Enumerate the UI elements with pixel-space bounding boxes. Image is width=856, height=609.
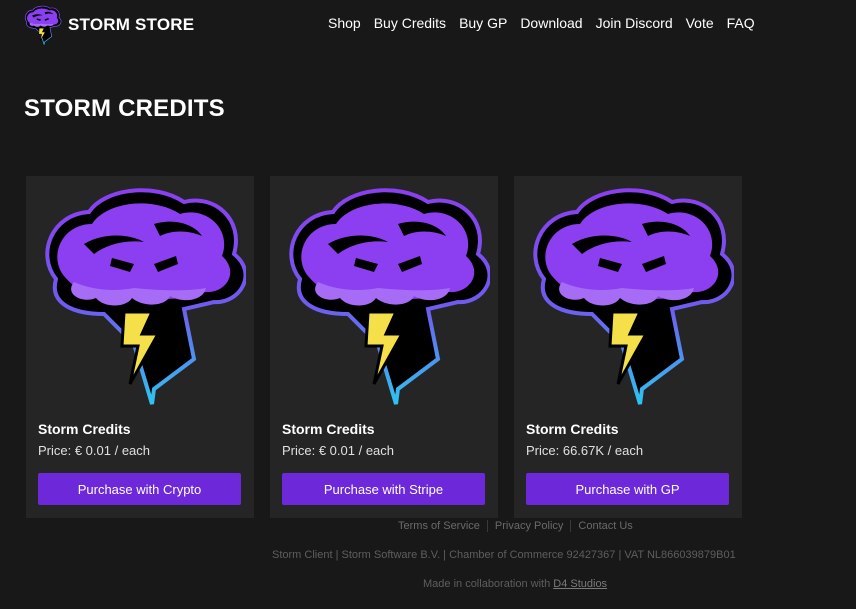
product-price: Price: € 0.01 / each bbox=[282, 443, 395, 458]
product-title: Storm Credits bbox=[38, 421, 131, 437]
contact-us-link[interactable]: Contact Us bbox=[578, 520, 632, 532]
main-nav: Shop Buy Credits Buy GP Download Join Di… bbox=[328, 15, 768, 31]
product-card-crypto: Storm Credits Price: € 0.01 / each Purch… bbox=[26, 176, 254, 518]
footer-divider bbox=[486, 520, 488, 532]
company-info: Storm Client | Storm Software B.V. | Cha… bbox=[272, 549, 736, 561]
privacy-policy-link[interactable]: Privacy Policy bbox=[495, 520, 563, 532]
storm-cloud-icon bbox=[22, 5, 62, 45]
credit-prefix: Made in collaboration with bbox=[423, 578, 551, 590]
site-header: STORM STORE Shop Buy Credits Buy GP Down… bbox=[0, 0, 856, 50]
nav-download[interactable]: Download bbox=[520, 15, 582, 31]
brand-name: STORM STORE bbox=[68, 15, 195, 34]
purchase-stripe-button[interactable]: Purchase with Stripe bbox=[282, 473, 485, 505]
storm-cloud-icon bbox=[522, 184, 734, 406]
product-price: Price: € 0.01 / each bbox=[38, 443, 151, 458]
product-title: Storm Credits bbox=[282, 421, 375, 437]
nav-buy-credits[interactable]: Buy Credits bbox=[374, 15, 446, 31]
nav-buy-gp[interactable]: Buy GP bbox=[459, 15, 507, 31]
nav-vote[interactable]: Vote bbox=[686, 15, 714, 31]
product-title: Storm Credits bbox=[526, 421, 619, 437]
product-price: Price: 66.67K / each bbox=[526, 443, 644, 458]
storm-cloud-icon bbox=[34, 184, 246, 406]
purchase-crypto-button[interactable]: Purchase with Crypto bbox=[38, 473, 241, 505]
footer-divider bbox=[570, 520, 572, 532]
nav-shop[interactable]: Shop bbox=[328, 15, 361, 31]
product-card-stripe: Storm Credits Price: € 0.01 / each Purch… bbox=[270, 176, 498, 518]
page-title: STORM CREDITS bbox=[24, 95, 225, 122]
product-list: Storm Credits Price: € 0.01 / each Purch… bbox=[26, 176, 758, 518]
terms-of-service-link[interactable]: Terms of Service bbox=[398, 520, 480, 532]
d4-studios-link[interactable]: D4 Studios bbox=[553, 578, 607, 590]
footer-credit: Made in collaboration with D4 Studios bbox=[423, 578, 607, 590]
nav-join-discord[interactable]: Join Discord bbox=[596, 15, 673, 31]
brand[interactable]: STORM STORE bbox=[22, 5, 194, 45]
purchase-gp-button[interactable]: Purchase with GP bbox=[526, 473, 729, 505]
storm-cloud-icon bbox=[278, 184, 490, 406]
nav-faq[interactable]: FAQ bbox=[727, 15, 755, 31]
product-card-gp: Storm Credits Price: 66.67K / each Purch… bbox=[514, 176, 742, 518]
footer-links: Terms of Service Privacy Policy Contact … bbox=[398, 520, 633, 532]
